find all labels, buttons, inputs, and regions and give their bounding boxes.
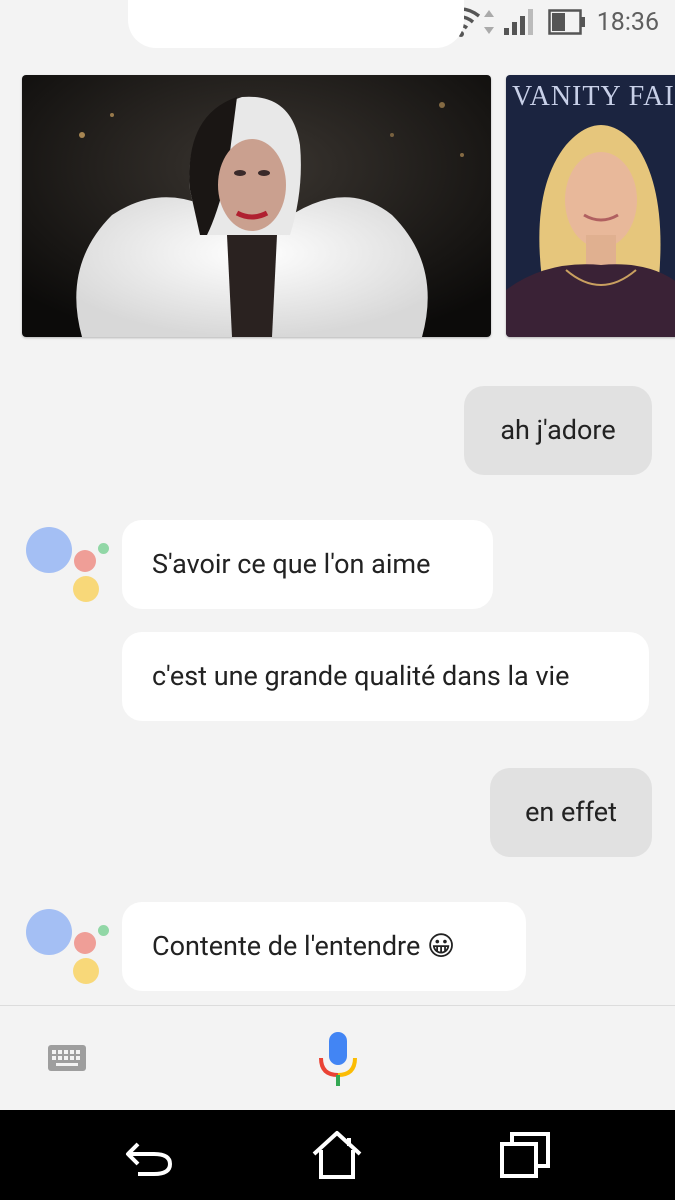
home-icon[interactable] bbox=[310, 1128, 364, 1182]
result-image-2[interactable]: VANITY FAIR bbox=[506, 75, 675, 337]
previous-message-bubble bbox=[128, 0, 464, 48]
user-message-bubble: ah j'adore bbox=[464, 386, 652, 475]
navigation-bar bbox=[0, 1110, 675, 1200]
assistant-message-bubble: Contente de l'entendre 😀 bbox=[122, 902, 526, 991]
assistant-avatar-icon bbox=[26, 909, 112, 989]
recents-icon[interactable] bbox=[498, 1128, 552, 1182]
input-bar bbox=[0, 1005, 675, 1111]
battery-icon bbox=[548, 9, 585, 35]
back-icon[interactable] bbox=[124, 1128, 178, 1182]
keyboard-icon[interactable] bbox=[48, 1045, 86, 1071]
assistant-message-bubble: S'avoir ce que l'on aime bbox=[122, 520, 493, 609]
user-message-bubble: en effet bbox=[490, 768, 652, 857]
cell-signal-icon bbox=[504, 9, 533, 35]
assistant-message-bubble: c'est une grande qualité dans la vie bbox=[122, 632, 649, 721]
magazine-logo-text: VANITY FAIR bbox=[512, 81, 675, 112]
status-time: 18:36 bbox=[596, 8, 659, 37]
assistant-avatar-icon bbox=[26, 527, 112, 607]
result-image-1[interactable] bbox=[22, 75, 491, 337]
microphone-icon[interactable] bbox=[318, 1031, 358, 1087]
